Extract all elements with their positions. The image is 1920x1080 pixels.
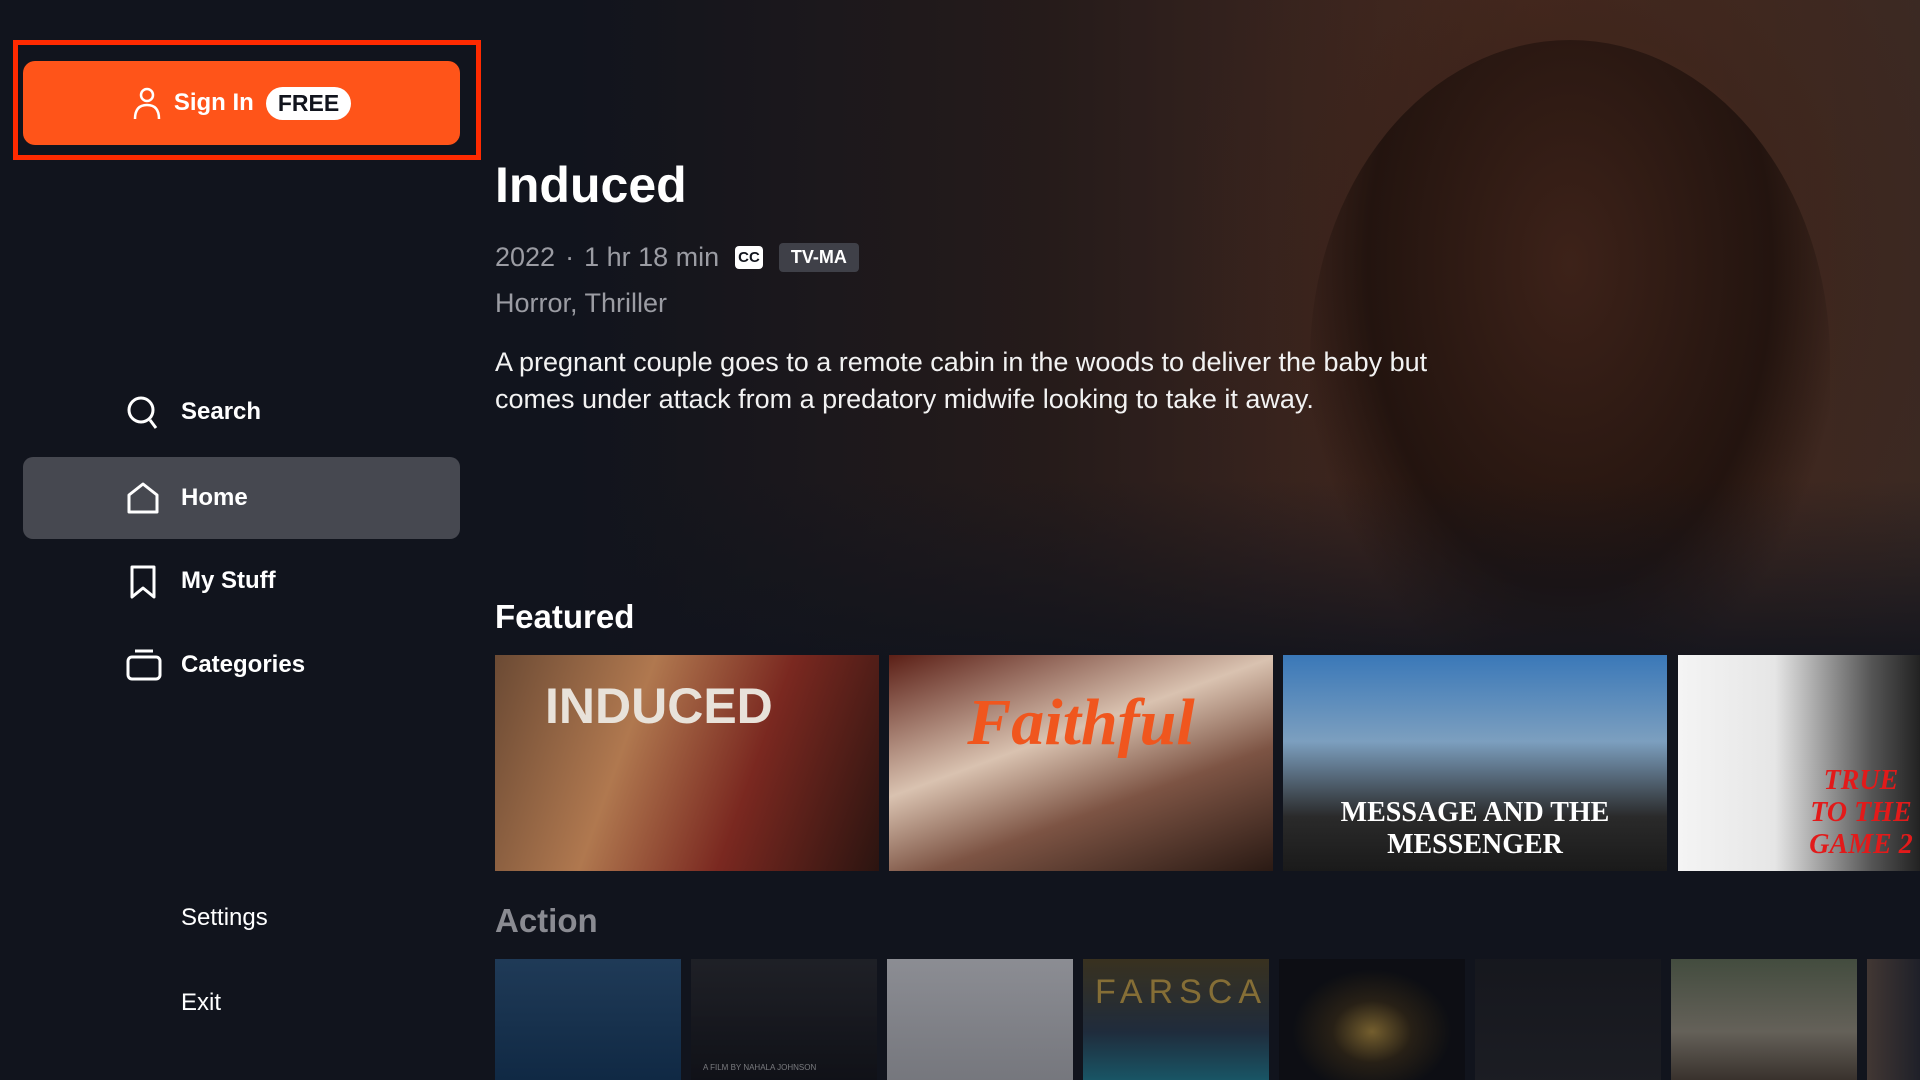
nav-categories-label: Categories xyxy=(181,651,306,678)
bookmark-icon xyxy=(130,565,156,599)
nav-categories[interactable]: Categories xyxy=(23,624,460,706)
featured-card[interactable]: INDUCED xyxy=(495,655,879,871)
poster-title: INDUCED xyxy=(545,678,773,734)
action-card[interactable]: FARSCAPE xyxy=(1083,959,1269,1080)
action-card[interactable] xyxy=(1279,959,1465,1080)
nav-search[interactable]: Search xyxy=(23,371,460,453)
nav-home[interactable]: Home xyxy=(23,457,460,539)
nav-home-label: Home xyxy=(181,484,248,511)
action-card[interactable] xyxy=(1671,959,1857,1080)
hero-title: Induced xyxy=(495,157,687,213)
featured-row-title: Featured xyxy=(495,598,635,635)
poster-title: MESSAGE AND THE MESSENGER xyxy=(1340,797,1610,860)
sign-in-button[interactable]: Sign In FREE xyxy=(23,61,460,145)
settings-link[interactable]: Settings xyxy=(181,904,268,932)
action-row-title: Action xyxy=(495,902,598,939)
poster-title: Faithful xyxy=(967,686,1195,759)
action-card[interactable] xyxy=(887,959,1073,1080)
featured-card[interactable]: TRUE TO THE GAME 2 xyxy=(1678,655,1920,871)
nav-my-stuff-label: My Stuff xyxy=(181,567,276,594)
featured-card[interactable]: MESSAGE AND THE MESSENGER xyxy=(1283,655,1667,871)
sign-in-label: Sign In xyxy=(173,89,254,116)
search-icon xyxy=(127,396,158,429)
action-card[interactable] xyxy=(1867,959,1920,1080)
action-card[interactable]: A FILM BY NAHALA JOHNSON xyxy=(691,959,877,1080)
free-badge: FREE xyxy=(265,86,352,120)
action-card[interactable] xyxy=(1475,959,1661,1080)
hero-description: A pregnant couple goes to a remote cabin… xyxy=(495,347,1428,414)
meta-separator: · xyxy=(565,242,575,272)
categories-icon xyxy=(126,649,162,681)
rating-badge: TV-MA xyxy=(778,243,859,272)
poster-title: A FILM BY NAHALA JOHNSON xyxy=(703,1063,817,1072)
closed-captions-icon: CC xyxy=(735,246,763,269)
poster-title: FARSCAPE xyxy=(1095,973,1269,1011)
hero-year: 2022 xyxy=(495,242,556,272)
home-icon xyxy=(127,482,159,514)
nav-search-label: Search xyxy=(181,398,262,425)
hero-meta: 2022 · 1 hr 18 min CC TV-MA xyxy=(495,242,859,273)
poster-title: TRUE TO THE GAME 2 xyxy=(1809,765,1913,860)
action-card[interactable] xyxy=(495,959,681,1080)
hero-duration: 1 hr 18 min xyxy=(584,242,720,272)
exit-link[interactable]: Exit xyxy=(181,989,221,1017)
nav-my-stuff[interactable]: My Stuff xyxy=(23,540,460,622)
featured-card[interactable]: Faithful xyxy=(889,655,1273,871)
hero-genres: Horror, Thriller xyxy=(495,288,668,318)
user-icon xyxy=(133,87,161,120)
